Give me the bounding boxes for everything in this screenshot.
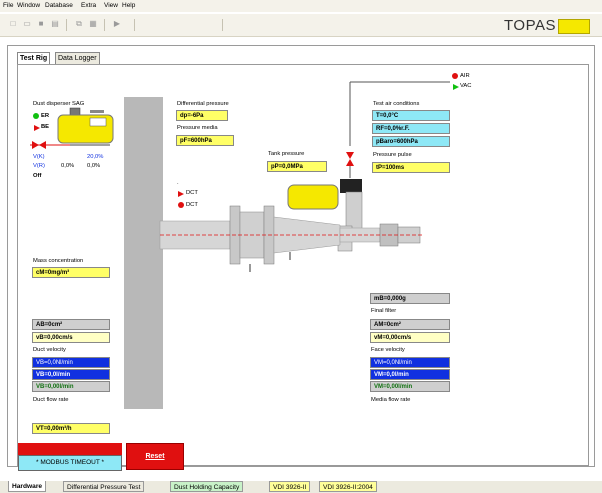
vm-value: vM=0,00cm/s xyxy=(370,332,450,343)
vb-l-value: VB=0,0l/min xyxy=(32,369,110,380)
menu-extra[interactable]: Extra xyxy=(81,2,96,9)
menu-bar: File Window Database Extra View Help xyxy=(0,0,602,12)
grid-icon[interactable]: ▦ xyxy=(88,19,98,29)
tab-differential-pressure-test[interactable]: Differential Pressure Test xyxy=(63,481,145,492)
vb-value: vB=0,00cm/s xyxy=(32,332,110,343)
vm-l-precise-value: VM=0,00l/min xyxy=(370,381,450,392)
mass-concentration-value: cM=0mg/m³ xyxy=(32,267,110,278)
menu-file[interactable]: File xyxy=(3,2,13,9)
bottom-tabs: Hardware Differential Pressure Test Dust… xyxy=(0,481,602,493)
toolbar-separator xyxy=(222,19,223,31)
vm-l-value: VM=0,0l/min xyxy=(370,369,450,380)
media-flow-rate-label: Media flow rate xyxy=(371,397,411,403)
tab-hardware[interactable]: Hardware xyxy=(8,481,47,492)
mass-concentration-label: Mass concentration xyxy=(33,258,84,264)
print-icon[interactable]: ▤ xyxy=(50,19,60,29)
air-label: AIR xyxy=(460,73,470,79)
brand-title: TOPAS xyxy=(504,17,556,34)
am-value: AM=0cm² xyxy=(370,319,450,330)
menu-window[interactable]: Window xyxy=(17,2,40,9)
open-folder-icon[interactable]: ▭ xyxy=(22,19,32,29)
toolbar-separator xyxy=(66,19,67,31)
mb-value: mB=0,000g xyxy=(370,293,450,304)
exit-icon[interactable]: ▶ xyxy=(112,19,122,29)
toolbar-separator xyxy=(134,19,135,31)
toolbar-separator xyxy=(104,19,105,31)
dust-disperser-title: Dust disperser SAG xyxy=(33,101,85,107)
save-icon[interactable]: ■ xyxy=(36,19,46,29)
v-k-value: 20,0% xyxy=(87,154,104,160)
v-r-value-1: 0,0% xyxy=(61,163,75,169)
v-k-label: V(K) xyxy=(33,154,45,160)
tab-vdi-3926-ii[interactable]: VDI 3926-II xyxy=(269,481,311,492)
toolbar: □ ▭ ■ ▤ ⧉ ▦ ▶ TOPAS xyxy=(0,14,602,37)
vb-l-precise-value: VB=0,00l/min xyxy=(32,381,110,392)
tab-vdi-3926-ii-2004[interactable]: VDI 3926-II:2004 xyxy=(319,481,377,492)
menu-database[interactable]: Database xyxy=(45,2,73,9)
modbus-timeout-status: * MODBUS TIMEOUT * xyxy=(18,455,122,471)
duct-velocity-label: Duct velocity xyxy=(33,347,66,353)
vb-nl-value: VB=0,0Nl/min xyxy=(32,357,110,368)
disperser-status: Off xyxy=(33,173,42,179)
face-velocity-label: Face velocity xyxy=(371,347,405,353)
reset-button[interactable]: Reset xyxy=(126,443,184,470)
vac-label: VAC xyxy=(460,83,472,89)
alarm-bar xyxy=(18,443,122,455)
v-r-label: V(R) xyxy=(33,163,45,169)
final-filter-label: Final filter xyxy=(371,308,397,314)
v-r-value-2: 0,0% xyxy=(87,163,101,169)
ab-value: AB=0cm² xyxy=(32,319,110,330)
copy-icon[interactable]: ⧉ xyxy=(74,19,84,29)
dust-channel-pillar xyxy=(124,97,163,409)
dust-disperser-diagram xyxy=(30,107,114,149)
new-file-icon[interactable]: □ xyxy=(8,19,18,29)
test-rig-diagram xyxy=(159,81,450,272)
vt-value: VT=0,00m³/h xyxy=(32,423,110,434)
vm-nl-value: VM=0,0Nl/min xyxy=(370,357,450,368)
menu-help[interactable]: Help xyxy=(122,2,135,9)
brand-logo-icon xyxy=(558,19,590,34)
menu-view[interactable]: View xyxy=(104,2,118,9)
tab-dust-holding-capacity[interactable]: Dust Holding Capacity xyxy=(170,481,244,492)
duct-flow-rate-label: Duct flow rate xyxy=(33,397,69,403)
